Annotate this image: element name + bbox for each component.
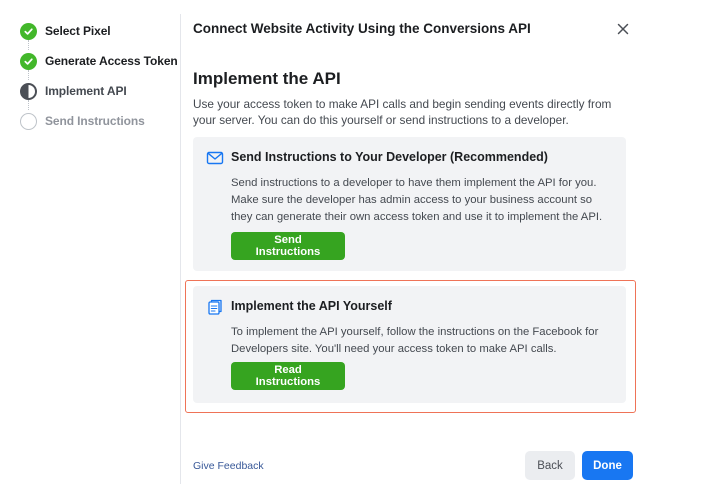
card-description: Send instructions to a developer to have… <box>231 177 603 223</box>
step-label: Implement API <box>45 84 127 98</box>
send-instructions-card: Send Instructions to Your Developer (Rec… <box>193 137 626 271</box>
check-icon <box>20 52 37 70</box>
dialog-title: Connect Website Activity Using the Conve… <box>193 21 531 36</box>
read-instructions-button[interactable]: Read Instructions <box>231 362 345 390</box>
step-label: Send Instructions <box>45 114 145 128</box>
sidebar-divider <box>180 14 181 484</box>
step-connector <box>28 70 29 80</box>
close-button[interactable] <box>612 18 634 40</box>
check-icon <box>20 22 37 40</box>
step-connector <box>28 40 29 50</box>
intro-text: Use your access token to make API calls … <box>193 97 612 127</box>
implement-yourself-card: Implement the API Yourself To implement … <box>193 286 626 403</box>
back-button[interactable]: Back <box>525 451 575 480</box>
empty-circle-icon <box>20 112 37 130</box>
card-title: Send Instructions to Your Developer (Rec… <box>231 150 548 164</box>
give-feedback-link[interactable]: Give Feedback <box>193 460 264 472</box>
step-label: Select Pixel <box>45 24 111 38</box>
step-implement-api[interactable]: Implement API <box>20 81 127 101</box>
close-icon <box>617 23 629 35</box>
half-circle-icon <box>20 82 37 100</box>
step-label: Generate Access Token <box>45 54 178 68</box>
card-description: To implement the API yourself, follow th… <box>231 326 599 355</box>
envelope-icon <box>206 149 224 167</box>
send-instructions-button[interactable]: Send Instructions <box>231 232 345 260</box>
done-button[interactable]: Done <box>582 451 633 480</box>
step-send-instructions[interactable]: Send Instructions <box>20 111 145 131</box>
step-connector <box>28 100 29 110</box>
step-sidebar: Select Pixel Generate Access Token Imple… <box>0 0 180 490</box>
page-heading: Implement the API <box>193 69 341 88</box>
step-select-pixel[interactable]: Select Pixel <box>20 21 111 41</box>
step-generate-access-token[interactable]: Generate Access Token <box>20 51 178 71</box>
card-title: Implement the API Yourself <box>231 299 392 313</box>
document-icon <box>206 298 224 316</box>
